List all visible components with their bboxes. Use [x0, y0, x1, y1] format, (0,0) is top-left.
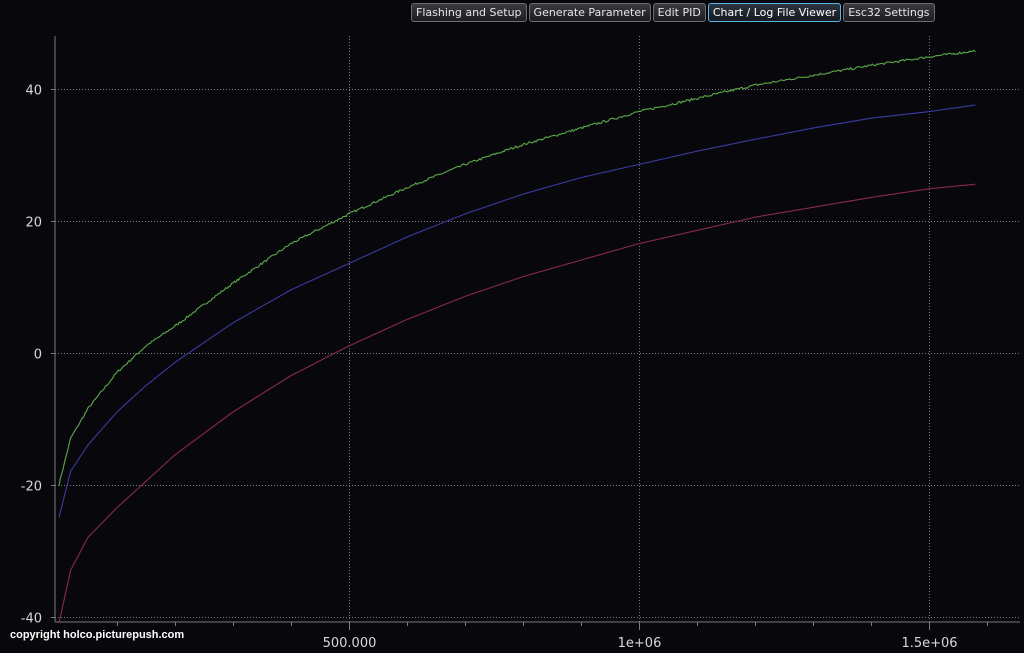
y-tick-label: 0 [34, 348, 42, 363]
series-line-1 [58, 49, 976, 486]
y-tick-label: -20 [21, 480, 42, 495]
y-tick-label: 20 [25, 216, 42, 231]
y-tick-label: -40 [21, 612, 42, 627]
x-tick-label: 500.000 [323, 636, 377, 651]
x-tick-label: 1e+06 [618, 636, 662, 651]
chart-area[interactable]: -40 -20 0 20 40 500.000 1e+06 1.5e+06 [0, 0, 1024, 653]
y-tick-label: 40 [25, 84, 42, 99]
x-tick-label: 1.5e+06 [901, 636, 957, 651]
series-line-3 [58, 183, 976, 624]
series-line-2 [58, 104, 976, 518]
copyright-watermark: copyright holco.picturepush.com [10, 629, 185, 641]
